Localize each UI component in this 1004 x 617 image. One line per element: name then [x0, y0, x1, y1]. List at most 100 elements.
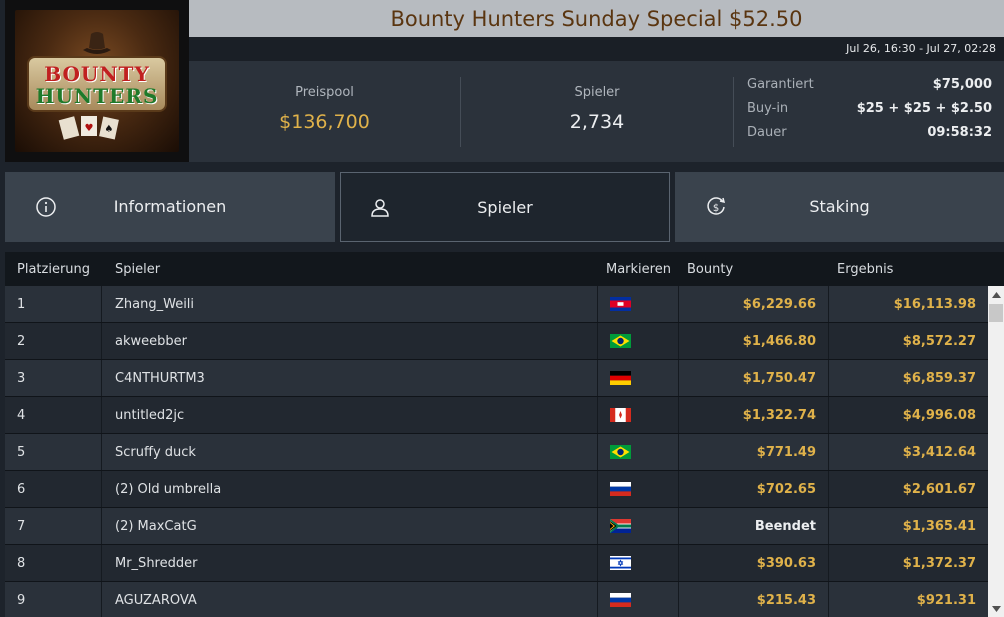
- stats-divider: [733, 77, 734, 147]
- detail-value: 09:58:32: [927, 125, 992, 140]
- players-label: Spieler: [574, 85, 620, 100]
- tournament-details: Garantiert $75,000 Buy-in $25 + $25 + $2…: [747, 77, 992, 149]
- table-header: Platzierung Spieler Markieren Bounty Erg…: [5, 252, 1004, 286]
- table-row[interactable]: 2 akweebber $1,466.80 $8,572.27: [5, 323, 988, 360]
- tournament-lobby-window: BOUNTY HUNTERS ♥ ♠ Bounty Hunters Sunday…: [0, 0, 1004, 617]
- tab-informationen[interactable]: Informationen: [5, 172, 335, 242]
- tab-label: Spieler: [477, 198, 533, 217]
- table-row[interactable]: 9 AGUZAROVA $215.43 $921.31: [5, 582, 988, 617]
- rank-cell: 1: [5, 286, 102, 322]
- bounty-cell: $6,229.66: [679, 286, 829, 322]
- players-value: 2,734: [569, 111, 625, 133]
- rank-cell: 4: [5, 397, 102, 433]
- rank-cell: 9: [5, 582, 102, 617]
- south-africa-flag-icon: [610, 519, 631, 533]
- scroll-up-arrow-icon[interactable]: [988, 286, 1004, 303]
- result-cell: $6,859.37: [902, 370, 976, 386]
- result-cell: $921.31: [916, 592, 976, 608]
- rank-cell: 7: [5, 508, 102, 544]
- rank-cell: 8: [5, 545, 102, 581]
- rank-cell: 6: [5, 471, 102, 507]
- scroll-down-arrow-icon[interactable]: [988, 600, 1004, 617]
- player-name-cell: (2) Old umbrella: [102, 471, 598, 507]
- table-scrollbar[interactable]: [988, 286, 1004, 617]
- bounty-cell: Beendet: [679, 508, 829, 544]
- player-name-cell: Mr_Shredder: [102, 545, 598, 581]
- bounty-cell: $1,466.80: [679, 323, 829, 359]
- column-header-flag[interactable]: Markieren: [606, 262, 671, 277]
- player-name-cell: AGUZAROVA: [102, 582, 598, 617]
- column-header-bounty[interactable]: Bounty: [687, 262, 733, 277]
- result-cell: $8,572.27: [902, 333, 976, 349]
- israel-flag-icon: [610, 556, 631, 570]
- table-row[interactable]: 5 Scruffy duck $771.49 $3,412.64: [5, 434, 988, 471]
- table-row[interactable]: 1 Zhang_Weili $6,229.66 $16,113.98: [5, 286, 988, 323]
- rank-cell: 2: [5, 323, 102, 359]
- tab-spieler[interactable]: Spieler: [340, 172, 670, 242]
- detail-row-buyin: Buy-in $25 + $25 + $2.50: [747, 101, 992, 125]
- logo-word-bounty: BOUNTY: [44, 62, 150, 86]
- flag-cell: [598, 434, 679, 470]
- logo-word-hunters: HUNTERS: [35, 84, 159, 108]
- detail-value: $75,000: [932, 77, 992, 92]
- bounty-hunters-logo-image: BOUNTY HUNTERS ♥ ♠: [15, 10, 179, 152]
- brazil-flag-icon: [610, 334, 631, 348]
- canada-flag-icon: [610, 408, 631, 422]
- detail-row-duration: Dauer 09:58:32: [747, 125, 992, 149]
- prizepool-value: $136,700: [279, 111, 370, 133]
- player-name-cell: Zhang_Weili: [102, 286, 598, 322]
- rank-cell: 3: [5, 360, 102, 396]
- table-row[interactable]: 3 C4NTHURTM3 $1,750.47 $6,859.37: [5, 360, 988, 397]
- detail-value: $25 + $25 + $2.50: [856, 101, 992, 116]
- result-cell: $3,412.64: [902, 444, 976, 460]
- logo-sign: BOUNTY HUNTERS: [27, 56, 167, 112]
- prizepool-stat: Preispool $136,700: [189, 61, 460, 162]
- table-row[interactable]: 8 Mr_Shredder $390.63 $1,372.37: [5, 545, 988, 582]
- column-header-player[interactable]: Spieler: [115, 262, 160, 277]
- flag-cell: [598, 508, 679, 544]
- table-row[interactable]: 4 untitled2jc $1,322.74 $4,996.08: [5, 397, 988, 434]
- bounty-cell: $771.49: [679, 434, 829, 470]
- tab-label: Informationen: [113, 197, 227, 216]
- player-name-cell: akweebber: [102, 323, 598, 359]
- players-stat: Spieler 2,734: [461, 61, 733, 162]
- bounty-cell: $215.43: [679, 582, 829, 617]
- playing-cards-icon: ♥ ♠: [58, 116, 119, 140]
- flag-cell: [598, 360, 679, 396]
- detail-label: Dauer: [747, 125, 787, 140]
- rank-cell: 5: [5, 434, 102, 470]
- bounty-cell: $390.63: [679, 545, 829, 581]
- germany-flag-icon: [610, 371, 631, 385]
- table-row[interactable]: 6 (2) Old umbrella $702.65 $2,601.67: [5, 471, 988, 508]
- player-table-body: 1 Zhang_Weili $6,229.66 $16,113.98 2 akweebbe…: [5, 286, 988, 617]
- russia-flag-icon: [610, 593, 631, 607]
- date-bar: Jul 26, 16:30 - Jul 27, 02:28: [189, 37, 1004, 61]
- tab-label: Staking: [809, 197, 870, 216]
- flag-cell: [598, 545, 679, 581]
- cowboy-hat-icon: [83, 32, 111, 54]
- result-cell: $1,372.37: [902, 555, 976, 571]
- flag-cell: [598, 323, 679, 359]
- bounty-cell: $1,750.47: [679, 360, 829, 396]
- tab-staking[interactable]: $ Staking: [675, 172, 1004, 242]
- detail-label: Garantiert: [747, 77, 814, 92]
- russia-flag-icon: [610, 482, 631, 496]
- prizepool-label: Preispool: [295, 85, 354, 100]
- tournament-title: Bounty Hunters Sunday Special $52.50: [390, 6, 803, 31]
- svg-text:♠: ♠: [105, 124, 114, 135]
- column-header-result[interactable]: Ergebnis: [837, 262, 893, 277]
- result-cell: $16,113.98: [893, 296, 976, 312]
- detail-label: Buy-in: [747, 101, 789, 116]
- table-row[interactable]: 7 (2) MaxCatG Beendet $1,365.41: [5, 508, 988, 545]
- tournament-title-bar: Bounty Hunters Sunday Special $52.50: [189, 0, 1004, 37]
- cambodia-flag-icon: [610, 297, 631, 311]
- scrollbar-thumb[interactable]: [989, 304, 1003, 322]
- column-header-rank[interactable]: Platzierung: [17, 262, 90, 277]
- flag-cell: [598, 286, 679, 322]
- flag-cell: [598, 397, 679, 433]
- brazil-flag-icon: [610, 445, 631, 459]
- tournament-date-range: Jul 26, 16:30 - Jul 27, 02:28: [846, 42, 996, 55]
- detail-row-guaranteed: Garantiert $75,000: [747, 77, 992, 101]
- flag-cell: [598, 582, 679, 617]
- player-name-cell: untitled2jc: [102, 397, 598, 433]
